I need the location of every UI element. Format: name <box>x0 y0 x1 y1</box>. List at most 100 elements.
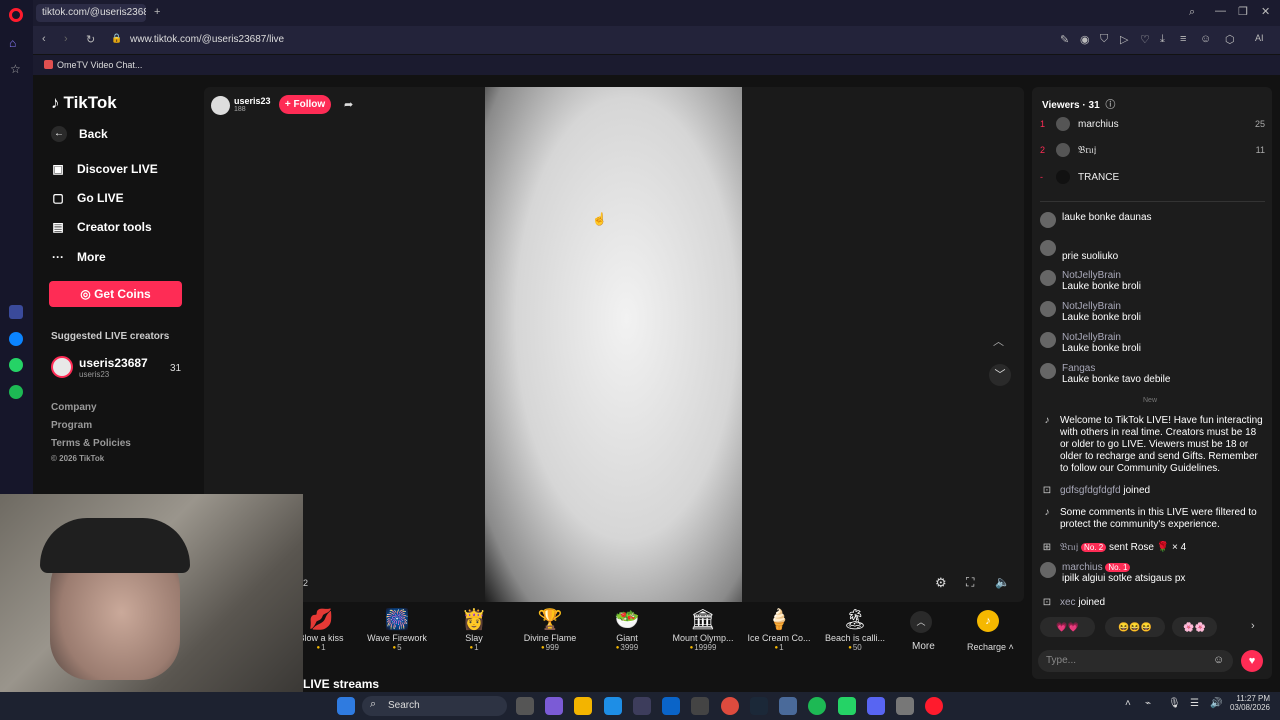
edge-icon[interactable] <box>604 697 622 715</box>
profile-icon[interactable]: ☺ <box>1200 33 1211 45</box>
menu-icon[interactable]: ≡ <box>1180 33 1186 45</box>
heart-icon[interactable]: ♡ <box>1140 33 1150 46</box>
file-explorer-icon[interactable] <box>574 697 592 715</box>
gift-item[interactable]: 🏆 Divine Flame 999 <box>515 607 585 652</box>
messenger-icon[interactable] <box>9 305 23 319</box>
get-coins-button[interactable]: ◎ Get Coins <box>49 281 182 307</box>
messenger-app-icon[interactable] <box>9 332 23 346</box>
spotify-icon[interactable] <box>9 385 23 399</box>
share-icon[interactable]: ➦ <box>344 98 353 111</box>
live-video[interactable] <box>485 87 742 602</box>
task-view-icon[interactable] <box>516 697 534 715</box>
star-icon[interactable]: ☆ <box>10 62 21 76</box>
joined-username[interactable]: gdfsgfdgfdgfd <box>1060 485 1121 496</box>
whatsapp-icon[interactable] <box>838 697 856 715</box>
reload-icon[interactable]: ↻ <box>86 33 95 46</box>
download-icon[interactable]: ⤓ <box>1160 33 1165 46</box>
sidebar-item-creator-tools[interactable]: ▤ Creator tools <box>51 220 151 234</box>
follow-button[interactable]: + Follow <box>279 95 331 114</box>
gift-item[interactable]: 🥗 Giant 3999 <box>592 607 662 652</box>
chat-message[interactable]: marchius No. 1 ipilk algiui sotke atsiga… <box>1040 562 1265 584</box>
chat-message[interactable]: NotJellyBrain Lauke bonke broli <box>1040 301 1265 323</box>
like-heart-icon[interactable]: ♥ <box>1241 650 1263 672</box>
gifts-more-button[interactable]: More <box>912 641 935 652</box>
creator-avatar[interactable] <box>51 356 73 378</box>
whatsapp-icon[interactable] <box>9 358 23 372</box>
viewer-row[interactable]: 2 𝔅𝔯𝔲𝔧 11 <box>1040 143 1265 157</box>
host-avatar[interactable] <box>211 96 230 115</box>
chrome-icon[interactable] <box>721 697 739 715</box>
sidebar-item-go-live[interactable]: ▢ Go LIVE <box>51 191 123 205</box>
quick-emoji-button[interactable]: 💗💗 <box>1040 617 1095 637</box>
quick-emoji-button[interactable]: 😆😆😆 <box>1105 617 1165 637</box>
camera-icon[interactable]: ◉ <box>1080 33 1090 46</box>
app-icon[interactable] <box>691 697 709 715</box>
bookmark-ometv[interactable]: OmeTV Video Chat... <box>57 60 142 70</box>
footer-terms[interactable]: Terms & Policies <box>51 438 131 449</box>
recharge-button[interactable]: Recharge ˄ <box>967 642 1014 652</box>
forward-nav-icon[interactable]: › <box>64 33 68 45</box>
tray-volume-icon[interactable]: 🔊 <box>1210 698 1222 709</box>
store-icon[interactable] <box>633 697 651 715</box>
chat-message[interactable]: prie suoliuko <box>1040 240 1265 262</box>
settings-icon[interactable] <box>896 697 914 715</box>
gift-item[interactable]: 🏛 Mount Olymp... 19999 <box>668 607 738 652</box>
quick-emoji-button[interactable]: 🌸🌸 <box>1172 617 1217 637</box>
viewers-title[interactable]: Viewers · 31 ⓘ <box>1042 96 1115 111</box>
opera-icon[interactable] <box>925 697 943 715</box>
chat-message[interactable]: NotJellyBrain Lauke bonke broli <box>1040 332 1265 354</box>
chat-message[interactable]: NotJellyBrain Lauke bonke broli <box>1040 270 1265 292</box>
copilot-icon[interactable] <box>545 697 563 715</box>
gifts-more-chevron-icon[interactable]: ︿ <box>910 611 932 633</box>
search-icon[interactable]: ⌕ <box>1189 6 1195 19</box>
fullscreen-icon[interactable]: ⛶ <box>966 575 974 590</box>
chevron-down-icon[interactable]: ﹀ <box>989 364 1011 386</box>
creator-name[interactable]: useris23687 <box>79 356 148 370</box>
tray-chevron-icon[interactable]: ˄ <box>1125 698 1131 709</box>
back-nav-icon[interactable]: ‹ <box>42 33 46 45</box>
maximize-icon[interactable]: ❐ <box>1238 5 1248 18</box>
tray-mic-icon[interactable]: 🎙 <box>1168 698 1181 709</box>
close-icon[interactable]: ✕ <box>1261 5 1270 18</box>
taskbar-clock[interactable]: 11:27 PM 03/08/2026 <box>1228 694 1270 712</box>
ai-icon[interactable]: AI <box>1255 33 1264 43</box>
edit-icon[interactable]: ✎ <box>1060 33 1069 46</box>
chevron-right-icon[interactable]: › <box>1251 620 1255 632</box>
taskbar-search[interactable]: Search <box>362 696 507 716</box>
home-icon[interactable]: ⌂ <box>9 36 23 50</box>
settings-gear-icon[interactable]: ⚙ <box>935 575 947 591</box>
viewer-row[interactable]: - TRANCE <box>1040 170 1265 184</box>
minimize-icon[interactable]: — <box>1215 5 1226 17</box>
footer-company[interactable]: Company <box>51 402 97 413</box>
windows-start-icon[interactable] <box>337 697 355 715</box>
browser-tab[interactable]: tiktok.com/@useris23687 <box>36 4 146 22</box>
url-field[interactable]: www.tiktok.com/@useris23687/live <box>130 34 284 45</box>
volume-icon[interactable]: 🔈 <box>995 575 1010 589</box>
chevron-up-icon[interactable]: ︿ <box>993 333 1004 349</box>
play-icon[interactable]: ▷ <box>1120 33 1128 46</box>
new-tab-icon[interactable]: + <box>154 6 160 18</box>
joined-username[interactable]: xec <box>1060 597 1076 608</box>
discord-icon[interactable] <box>867 697 885 715</box>
gift-item[interactable]: 👸 Slay 1 <box>439 607 509 652</box>
back-button[interactable]: ← Back <box>51 126 108 142</box>
chat-input[interactable]: Type... <box>1038 650 1233 672</box>
gift-item[interactable]: 🏝 Beach is calli... 50 <box>820 607 890 652</box>
app-icon[interactable] <box>779 697 797 715</box>
outlook-icon[interactable] <box>662 697 680 715</box>
info-icon[interactable]: ⓘ <box>1105 100 1115 111</box>
chat-message[interactable]: Fangas Lauke bonke tavo debile <box>1040 363 1265 385</box>
sidebar-item-discover-live[interactable]: ▣ Discover LIVE <box>51 162 157 176</box>
steam-icon[interactable] <box>750 697 768 715</box>
tray-wifi-icon[interactable]: ☰ <box>1190 698 1199 709</box>
extension-icon[interactable]: ⬡ <box>1225 33 1235 46</box>
host-name[interactable]: useris23 <box>234 96 271 106</box>
shield-icon[interactable]: ⛉ <box>1100 33 1108 46</box>
gift-sender-name[interactable]: 𝔅𝔯𝔲𝔧 <box>1060 542 1078 553</box>
viewer-row[interactable]: 1 marchius 25 <box>1040 117 1265 131</box>
tray-network-icon[interactable]: ⌁ <box>1145 698 1151 709</box>
sidebar-item-more[interactable]: ··· More <box>51 250 106 264</box>
opera-logo[interactable] <box>9 8 23 22</box>
coin-icon[interactable]: ♪ <box>977 610 999 632</box>
emoji-icon[interactable]: ☺ <box>1213 654 1224 666</box>
